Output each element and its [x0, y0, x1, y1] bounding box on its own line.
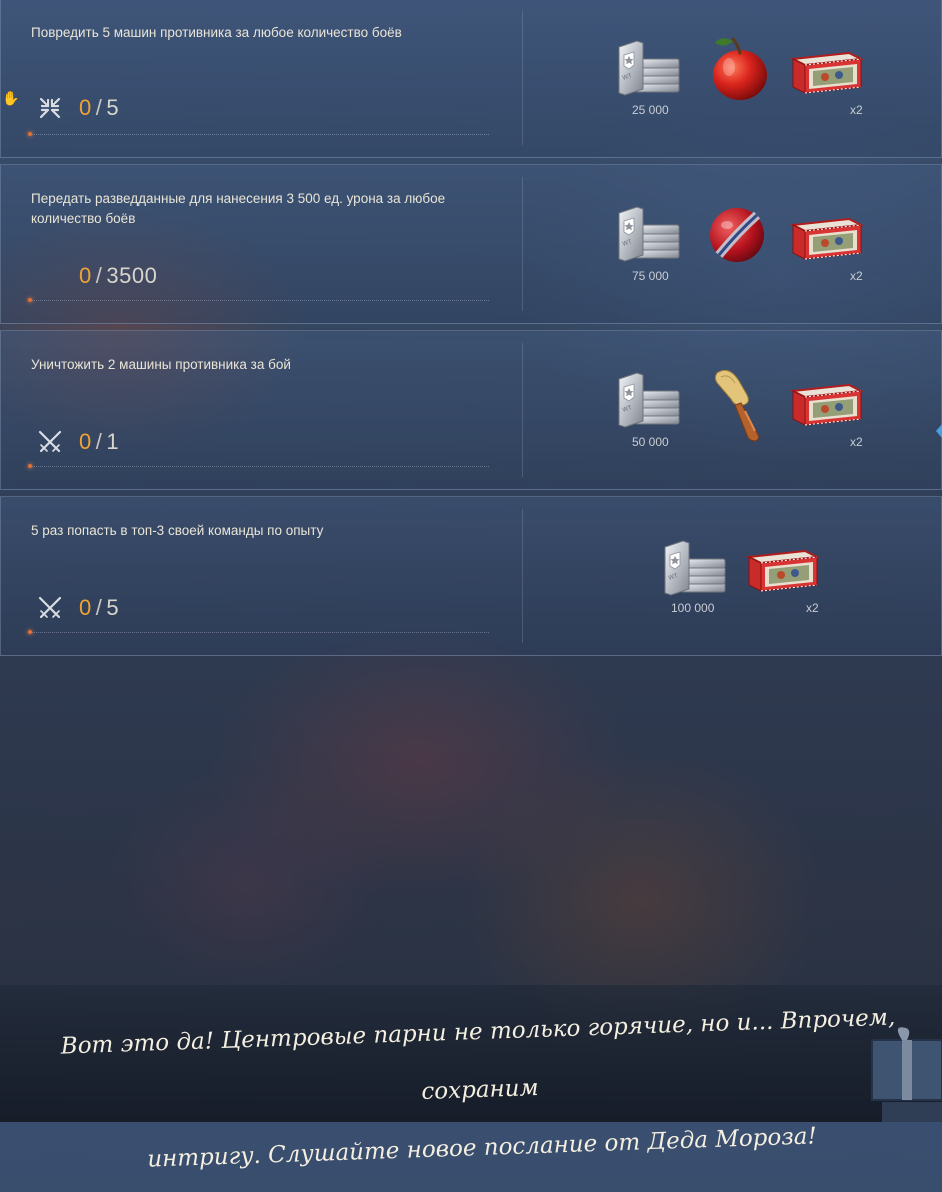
reward-label: 100 000: [671, 601, 715, 615]
task-card-3[interactable]: Уничтожить 2 машины противника за бой 0/…: [0, 330, 942, 490]
progress-track: [28, 132, 489, 136]
progress-track: [28, 630, 489, 634]
reward-multiplier: x2: [850, 435, 863, 449]
reward-multiplier: x2: [806, 601, 819, 615]
crossed-swords-icon: [38, 596, 62, 619]
task-description: Повредить 5 машин противника за любое ко…: [31, 25, 402, 40]
task-card-4[interactable]: 5 раз попасть в топ-3 своей команды по о…: [0, 496, 942, 656]
card-divider: [522, 11, 523, 145]
santa-message: Вот это да! Центровые парни не только го…: [37, 988, 923, 1192]
task-description: Передать разведданные для нанесения 3 50…: [31, 191, 446, 226]
gift-box-icon: [871, 1027, 942, 1122]
brush-icon: [714, 369, 760, 442]
crate-icon: [789, 383, 863, 427]
crate-icon: [789, 51, 863, 95]
card-divider: [522, 177, 523, 311]
progress-total: 3500: [106, 263, 158, 288]
task-progress: 0/3500: [79, 263, 157, 289]
progress-separator: /: [95, 95, 103, 120]
task-card-2[interactable]: Передать разведданные для нанесения 3 50…: [0, 164, 942, 324]
reward-multiplier: x2: [850, 269, 863, 283]
task-progress: 0/5: [79, 595, 119, 621]
scroll-edge-arrow-icon[interactable]: [934, 420, 942, 442]
reward-label: 50 000: [632, 435, 669, 449]
progress-track: [28, 464, 489, 468]
progress-current: 0: [79, 95, 92, 120]
damage-icon: [39, 97, 61, 119]
progress-separator: /: [95, 429, 103, 454]
credits-icon: [659, 537, 729, 599]
task-description: 5 раз попасть в топ-3 своей команды по о…: [31, 523, 324, 538]
task-description: Уничтожить 2 машины противника за бой: [31, 357, 291, 372]
crate-icon: [745, 549, 819, 593]
task-progress: 0/1: [79, 429, 119, 455]
card-divider: [522, 343, 523, 477]
credits-icon: [613, 203, 683, 265]
reward-label: 25 000: [632, 103, 669, 117]
progress-current: 0: [79, 263, 92, 288]
progress-separator: /: [95, 595, 103, 620]
apple-icon: [713, 37, 767, 100]
task-progress: 0/5: [79, 95, 119, 121]
reward-label: 75 000: [632, 269, 669, 283]
progress-current: 0: [79, 595, 92, 620]
crossed-swords-icon: [38, 430, 62, 453]
card-divider: [522, 509, 523, 643]
progress-total: 5: [106, 95, 120, 120]
credits-icon: [613, 369, 683, 431]
reward-multiplier: x2: [850, 103, 863, 117]
crate-icon: [789, 217, 863, 261]
progress-separator: /: [95, 263, 103, 288]
hand-cursor-icon: ✋: [2, 90, 20, 106]
progress-track: [28, 298, 489, 302]
progress-current: 0: [79, 429, 92, 454]
progress-total: 1: [106, 429, 120, 454]
progress-total: 5: [106, 595, 120, 620]
ball-icon: [710, 208, 764, 262]
task-card-1[interactable]: Повредить 5 машин противника за любое ко…: [0, 0, 942, 158]
credits-icon: [613, 37, 683, 99]
